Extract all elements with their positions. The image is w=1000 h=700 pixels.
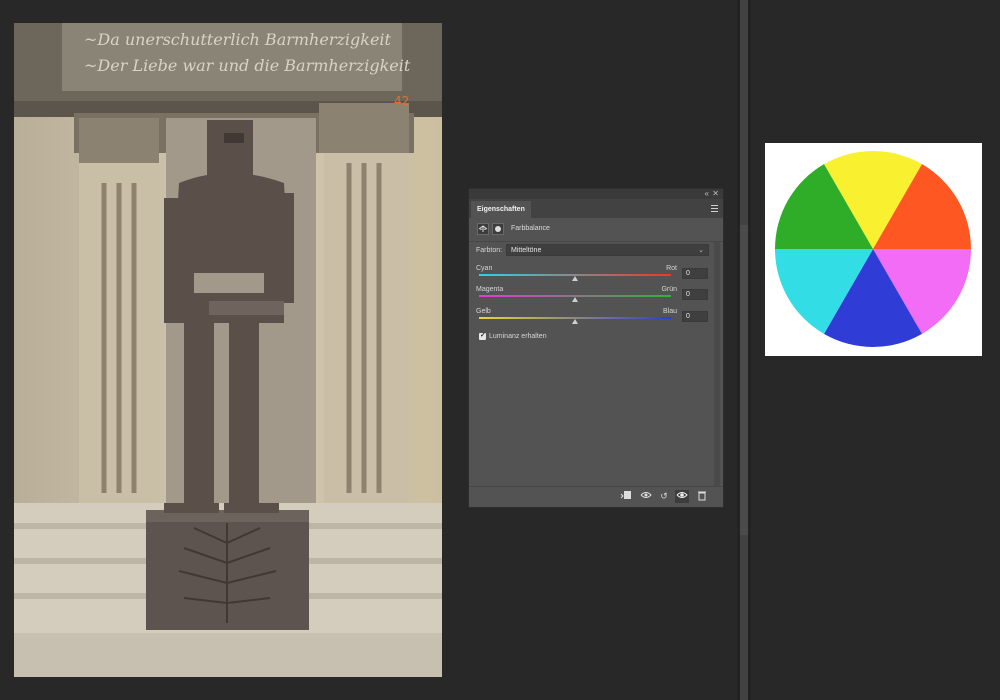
slider-thumb[interactable]: [572, 297, 578, 302]
panel-body: Farbton: Mitteltöne ⌄ Cyan Rot 0 Magenta…: [469, 242, 713, 487]
preserve-luminosity-label: Luminanz erhalten: [489, 333, 547, 340]
tone-dropdown-value: Mitteltöne: [511, 247, 542, 254]
svg-text:42: 42: [394, 94, 409, 108]
clip-to-layer-icon[interactable]: [619, 490, 633, 503]
slider-left-label: Magenta: [476, 286, 504, 293]
canvas-splitter[interactable]: [737, 0, 751, 700]
adjustment-header: Farbbalance: [469, 218, 723, 242]
panel-footer: ↺: [469, 486, 723, 507]
panel-tab-bar: Eigenschaften: [469, 199, 723, 218]
close-icon[interactable]: ✕: [712, 189, 719, 199]
statue-photo: ~Da unerschutterlich Barmherzigkeit ~Der…: [14, 23, 442, 677]
panel-title-bar[interactable]: « ✕: [469, 189, 723, 199]
slider-row-magenta-gruen: Magenta Grün 0: [469, 286, 713, 308]
color-wheel-image: [765, 143, 982, 356]
svg-text:~Da unerschutterlich Barmherzi: ~Da unerschutterlich Barmherzigkeit: [84, 30, 392, 49]
document-canvas-right[interactable]: [751, 0, 1000, 700]
checkmark-icon: ✓: [480, 332, 486, 339]
collapse-icon[interactable]: «: [705, 189, 709, 199]
slider-right-label: Blau: [662, 308, 677, 315]
slider-thumb[interactable]: [572, 319, 578, 324]
svg-text:~Der Liebe war und die Barmher: ~Der Liebe war und die Barmherzigkeit: [84, 56, 411, 75]
color-wheel: [775, 151, 971, 347]
slider-row-cyan-rot: Cyan Rot 0: [469, 265, 713, 287]
panel-scrollbar[interactable]: [714, 242, 720, 487]
slider-value-field[interactable]: 0: [682, 311, 708, 322]
reset-icon[interactable]: ↺: [657, 490, 671, 503]
slider-thumb[interactable]: [572, 276, 578, 281]
view-previous-icon[interactable]: [639, 490, 653, 503]
splitter-scrollbar-thumb[interactable]: [740, 225, 748, 535]
tone-dropdown[interactable]: Mitteltöne ⌄: [506, 244, 709, 256]
panel-menu-icon[interactable]: [711, 205, 718, 212]
chevron-down-icon: ⌄: [698, 247, 704, 254]
slider-right-label: Grün: [661, 286, 677, 293]
visibility-eye-icon[interactable]: [675, 490, 689, 503]
slider-left-label: Gelb: [476, 308, 491, 315]
slider-value-field[interactable]: 0: [682, 289, 708, 300]
tab-eigenschaften[interactable]: Eigenschaften: [471, 201, 531, 218]
color-balance-icon[interactable]: [477, 223, 489, 235]
preserve-luminosity-checkbox[interactable]: ✓: [479, 332, 486, 340]
properties-panel[interactable]: « ✕ Eigenschaften Farbbalance Farbton: M…: [468, 188, 724, 508]
tone-label: Farbton:: [476, 247, 503, 254]
slider-value-field[interactable]: 0: [682, 268, 708, 279]
adjustment-title: Farbbalance: [511, 225, 550, 232]
layer-mask-icon[interactable]: [492, 223, 504, 235]
slider-row-gelb-blau: Gelb Blau 0: [469, 308, 713, 330]
slider-right-label: Rot: [666, 265, 677, 272]
trash-icon[interactable]: [695, 490, 709, 503]
slider-left-label: Cyan: [476, 265, 493, 272]
